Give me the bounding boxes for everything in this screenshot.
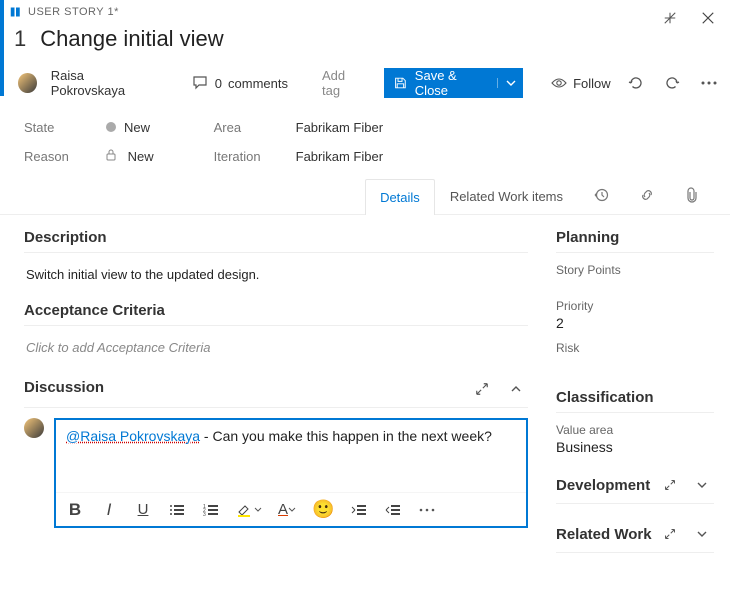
- undo-icon[interactable]: [661, 71, 683, 95]
- classification-heading: Classification: [556, 389, 654, 406]
- restore-window-icon[interactable]: [658, 6, 682, 30]
- comment-icon: [193, 76, 209, 90]
- comments-label: comments: [228, 76, 288, 91]
- divider: [556, 503, 714, 504]
- planning-heading: Planning: [556, 229, 714, 246]
- expand-icon[interactable]: [470, 377, 494, 401]
- highlight-button[interactable]: [236, 502, 262, 518]
- breadcrumb: USER STORY 1*: [10, 6, 119, 18]
- description-text[interactable]: Switch initial view to the updated desig…: [24, 263, 528, 302]
- risk-label: Risk: [556, 341, 714, 355]
- tab-history[interactable]: [578, 178, 624, 214]
- state-dot-icon: [106, 122, 116, 132]
- comments-number: 0: [215, 76, 222, 91]
- chevron-down-icon: [506, 78, 516, 88]
- priority-label: Priority: [556, 299, 714, 313]
- more-formatting-icon[interactable]: [418, 508, 436, 512]
- divider: [24, 407, 528, 408]
- tab-attachments[interactable]: [670, 178, 714, 214]
- save-close-button[interactable]: Save & Close: [384, 68, 523, 98]
- save-icon: [394, 76, 407, 90]
- divider: [556, 412, 714, 413]
- svg-text:3: 3: [203, 512, 206, 517]
- state-value[interactable]: New: [106, 120, 150, 135]
- tab-links[interactable]: [624, 178, 670, 214]
- divider: [24, 325, 528, 326]
- state-label: State: [24, 120, 78, 135]
- refresh-icon[interactable]: [625, 71, 647, 95]
- underline-button[interactable]: U: [134, 501, 152, 518]
- editor-toolbar: B I U 123 A 🙂: [56, 492, 526, 526]
- follow-button[interactable]: Follow: [551, 76, 611, 91]
- indent-button[interactable]: [384, 503, 402, 517]
- save-dropdown[interactable]: [497, 78, 523, 88]
- mention[interactable]: @Raisa Pokrovskaya: [66, 428, 200, 444]
- divider: [24, 252, 528, 253]
- attachment-icon: [685, 187, 699, 203]
- emoji-button[interactable]: 🙂: [312, 499, 334, 520]
- work-item-type-icon: [10, 6, 22, 18]
- description-heading: Description: [24, 229, 528, 246]
- discussion-text: - Can you make this happen in the next w…: [200, 428, 492, 444]
- bullet-list-button[interactable]: [168, 503, 186, 517]
- discussion-heading: Discussion: [24, 379, 104, 396]
- iteration-label: Iteration: [214, 149, 268, 164]
- value-area-label: Value area: [556, 423, 714, 437]
- expand-icon[interactable]: [658, 473, 682, 497]
- tab-strip: Details Related Work items: [0, 178, 730, 215]
- breadcrumb-label: USER STORY 1*: [28, 6, 119, 18]
- value-area-value[interactable]: Business: [556, 439, 714, 455]
- comments-count[interactable]: 0 comments: [193, 76, 288, 91]
- more-actions-icon[interactable]: [698, 71, 720, 95]
- expand-icon[interactable]: [658, 522, 682, 546]
- reason-label: Reason: [24, 149, 78, 164]
- type-color-bar: [0, 0, 4, 96]
- related-work-heading: Related Work: [556, 526, 652, 543]
- area-value[interactable]: Fabrikam Fiber: [296, 120, 383, 135]
- work-item-form: USER STORY 1* 1 Change initial view Rais…: [0, 0, 730, 583]
- tab-details[interactable]: Details: [365, 179, 435, 215]
- assigned-to[interactable]: Raisa Pokrovskaya: [51, 68, 155, 98]
- discussion-content[interactable]: @Raisa Pokrovskaya - Can you make this h…: [56, 420, 526, 492]
- lock-icon: [106, 149, 116, 161]
- work-item-id: 1: [14, 26, 26, 52]
- link-icon: [639, 187, 655, 203]
- chevron-down-icon: [254, 506, 262, 514]
- divider: [556, 552, 714, 553]
- close-icon[interactable]: [696, 6, 720, 30]
- acceptance-criteria-placeholder[interactable]: Click to add Acceptance Criteria: [24, 336, 528, 377]
- italic-button[interactable]: I: [100, 500, 118, 520]
- divider: [556, 252, 714, 253]
- avatar: [24, 418, 44, 438]
- add-tag-button[interactable]: Add tag: [316, 64, 370, 102]
- history-icon: [593, 187, 609, 203]
- follow-label: Follow: [573, 76, 611, 91]
- chevron-down-icon: [288, 506, 296, 514]
- priority-value[interactable]: 2: [556, 315, 714, 331]
- discussion-editor[interactable]: @Raisa Pokrovskaya - Can you make this h…: [54, 418, 528, 528]
- story-points-label: Story Points: [556, 263, 714, 277]
- chevron-down-icon[interactable]: [690, 473, 714, 497]
- work-item-title[interactable]: Change initial view: [40, 26, 223, 52]
- eye-icon: [551, 77, 567, 89]
- numbered-list-button[interactable]: 123: [202, 503, 220, 517]
- outdent-button[interactable]: [350, 503, 368, 517]
- chevron-up-icon[interactable]: [504, 377, 528, 401]
- bold-button[interactable]: B: [66, 500, 84, 520]
- reason-value[interactable]: New: [106, 149, 154, 164]
- tab-related-work-items[interactable]: Related Work items: [435, 178, 578, 214]
- iteration-value[interactable]: Fabrikam Fiber: [296, 149, 383, 164]
- avatar[interactable]: [18, 73, 37, 93]
- save-close-label: Save & Close: [415, 68, 487, 98]
- chevron-down-icon[interactable]: [690, 522, 714, 546]
- development-heading: Development: [556, 477, 650, 494]
- area-label: Area: [214, 120, 268, 135]
- acceptance-criteria-heading: Acceptance Criteria: [24, 302, 528, 319]
- font-color-button[interactable]: A: [278, 501, 296, 518]
